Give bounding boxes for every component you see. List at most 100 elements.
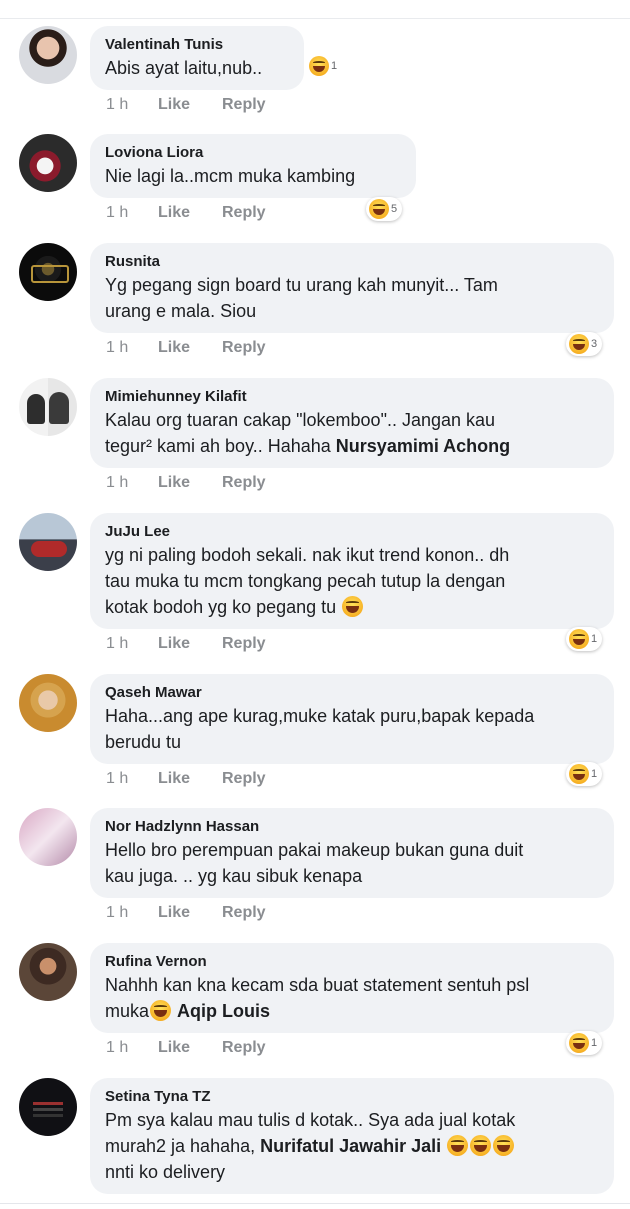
laughing-emoji-icon bbox=[569, 334, 589, 354]
comment-text: Kalau org tuaran cakap "lokemboo".. Jang… bbox=[105, 407, 600, 459]
comment-line: Abis ayat laitu,nub.. bbox=[105, 58, 263, 78]
laughing-emoji-icon bbox=[150, 1000, 172, 1021]
laughing-emoji-icon bbox=[470, 1135, 492, 1156]
comment-line: berudu tu bbox=[105, 732, 182, 752]
comment-line: urang e mala. Siou bbox=[105, 301, 257, 321]
comment-author[interactable]: JuJu Lee bbox=[105, 522, 600, 541]
reaction-count: 1 bbox=[331, 60, 338, 72]
reaction-badge[interactable]: 3 bbox=[566, 332, 603, 356]
reply-button[interactable]: Reply bbox=[222, 204, 266, 222]
reaction-badge[interactable]: 1 bbox=[306, 54, 342, 78]
reaction-badge[interactable]: 1 bbox=[566, 762, 603, 786]
comment-actions: 1 h Like Reply bbox=[106, 770, 266, 788]
comment-time[interactable]: 1 h bbox=[106, 770, 158, 788]
avatar[interactable] bbox=[19, 243, 77, 301]
comment-bubble: Loviona Liora Nie lagi la..mcm muka kamb… bbox=[90, 134, 416, 198]
comment-actions: 1 h Like Reply bbox=[106, 904, 266, 922]
reaction-badge[interactable]: 5 bbox=[366, 197, 403, 221]
laughing-emoji-icon bbox=[569, 1033, 589, 1053]
reaction-count: 5 bbox=[391, 203, 398, 215]
comment-text: Abis ayat laitu,nub.. bbox=[105, 55, 290, 81]
reaction-count: 1 bbox=[591, 633, 598, 645]
comment-author[interactable]: Mimiehunney Kilafit bbox=[105, 387, 600, 406]
divider bbox=[0, 1203, 630, 1204]
laughing-emoji-icon bbox=[447, 1135, 469, 1156]
mention-tag[interactable]: Nursyamimi Achong bbox=[336, 436, 510, 456]
like-button[interactable]: Like bbox=[158, 339, 222, 357]
reaction-badge[interactable]: 1 bbox=[566, 627, 603, 651]
laughing-emoji-icon bbox=[493, 1135, 515, 1156]
avatar[interactable] bbox=[19, 513, 77, 571]
reply-button[interactable]: Reply bbox=[222, 770, 266, 788]
laughing-emoji-icon bbox=[569, 629, 589, 649]
avatar[interactable] bbox=[19, 808, 77, 866]
laughing-emoji-icon bbox=[369, 199, 389, 219]
comment-author[interactable]: Setina Tyna TZ bbox=[105, 1087, 600, 1106]
comment-time[interactable]: 1 h bbox=[106, 1039, 158, 1057]
comment-line: muka bbox=[105, 1001, 150, 1021]
comment-time[interactable]: 1 h bbox=[106, 904, 158, 922]
avatar[interactable] bbox=[19, 134, 77, 192]
comment-line: kau juga. .. yg kau sibuk kenapa bbox=[105, 866, 363, 886]
mention-tag[interactable]: Nurifatul Jawahir Jali bbox=[260, 1136, 441, 1156]
comment-line: Nahhh kan kna kecam sda buat statement s… bbox=[105, 975, 530, 995]
mention-tag[interactable]: Aqip Louis bbox=[177, 1001, 270, 1021]
comment-bubble: Mimiehunney Kilafit Kalau org tuaran cak… bbox=[90, 378, 614, 468]
reaction-count: 3 bbox=[591, 338, 598, 350]
comment-line: nnti ko delivery bbox=[105, 1162, 226, 1182]
comment-bubble: JuJu Lee yg ni paling bodoh sekali. nak … bbox=[90, 513, 614, 629]
like-button[interactable]: Like bbox=[158, 474, 222, 492]
comment-bubble: Nor Hadzlynn Hassan Hello bro perempuan … bbox=[90, 808, 614, 898]
laughing-emoji-icon bbox=[309, 56, 329, 76]
comment-text: Hello bro perempuan pakai makeup bukan g… bbox=[105, 837, 600, 889]
like-button[interactable]: Like bbox=[158, 1039, 222, 1057]
comment-line: tau muka tu mcm tongkang pecah tutup la … bbox=[105, 571, 506, 591]
comment-line: Hello bro perempuan pakai makeup bukan g… bbox=[105, 840, 524, 860]
reaction-badge[interactable]: 1 bbox=[566, 1031, 603, 1055]
reply-button[interactable]: Reply bbox=[222, 904, 266, 922]
avatar[interactable] bbox=[19, 943, 77, 1001]
avatar[interactable] bbox=[19, 26, 77, 84]
avatar[interactable] bbox=[19, 378, 77, 436]
comment-author[interactable]: Loviona Liora bbox=[105, 143, 402, 162]
comment-time[interactable]: 1 h bbox=[106, 204, 158, 222]
like-button[interactable]: Like bbox=[158, 904, 222, 922]
comment-line: tegur² kami ah boy.. Hahaha bbox=[105, 436, 336, 456]
comment-text: Nahhh kan kna kecam sda buat statement s… bbox=[105, 972, 600, 1024]
comment-author[interactable]: Rufina Vernon bbox=[105, 952, 600, 971]
comment-line: Nie lagi la..mcm muka kambing bbox=[105, 166, 356, 186]
reply-button[interactable]: Reply bbox=[222, 96, 266, 114]
comment-time[interactable]: 1 h bbox=[106, 96, 158, 114]
laughing-emoji-icon bbox=[569, 764, 589, 784]
reply-button[interactable]: Reply bbox=[222, 1039, 266, 1057]
comment-line: yg ni paling bodoh sekali. nak ikut tren… bbox=[105, 545, 510, 565]
comment-text: Pm sya kalau mau tulis d kotak.. Sya ada… bbox=[105, 1107, 600, 1185]
comment-actions: 1 h Like Reply bbox=[106, 204, 266, 222]
reply-button[interactable]: Reply bbox=[222, 474, 266, 492]
like-button[interactable]: Like bbox=[158, 204, 222, 222]
comment-line: Haha...ang ape kurag,muke katak puru,bap… bbox=[105, 706, 535, 726]
like-button[interactable]: Like bbox=[158, 635, 222, 653]
comment-actions: 1 h Like Reply bbox=[106, 635, 266, 653]
comment-author[interactable]: Valentinah Tunis bbox=[105, 35, 290, 54]
reply-button[interactable]: Reply bbox=[222, 339, 266, 357]
comment-author[interactable]: Rusnita bbox=[105, 252, 600, 271]
laughing-emoji-icon bbox=[342, 596, 364, 617]
comment-line: Yg pegang sign board tu urang kah munyit… bbox=[105, 275, 498, 295]
like-button[interactable]: Like bbox=[158, 96, 222, 114]
comment-time[interactable]: 1 h bbox=[106, 635, 158, 653]
comment-line: Pm sya kalau mau tulis d kotak.. Sya ada… bbox=[105, 1110, 516, 1130]
comment-time[interactable]: 1 h bbox=[106, 474, 158, 492]
reaction-count: 1 bbox=[591, 768, 598, 780]
like-button[interactable]: Like bbox=[158, 770, 222, 788]
comment-text: Nie lagi la..mcm muka kambing bbox=[105, 163, 402, 189]
avatar[interactable] bbox=[19, 1078, 77, 1136]
comment-bubble: Rufina Vernon Nahhh kan kna kecam sda bu… bbox=[90, 943, 614, 1033]
comment-text: Haha...ang ape kurag,muke katak puru,bap… bbox=[105, 703, 600, 755]
reply-button[interactable]: Reply bbox=[222, 635, 266, 653]
comment-time[interactable]: 1 h bbox=[106, 339, 158, 357]
comment-line: Kalau org tuaran cakap "lokemboo".. Jang… bbox=[105, 410, 496, 430]
avatar[interactable] bbox=[19, 674, 77, 732]
comment-author[interactable]: Qaseh Mawar bbox=[105, 683, 600, 702]
comment-author[interactable]: Nor Hadzlynn Hassan bbox=[105, 817, 600, 836]
